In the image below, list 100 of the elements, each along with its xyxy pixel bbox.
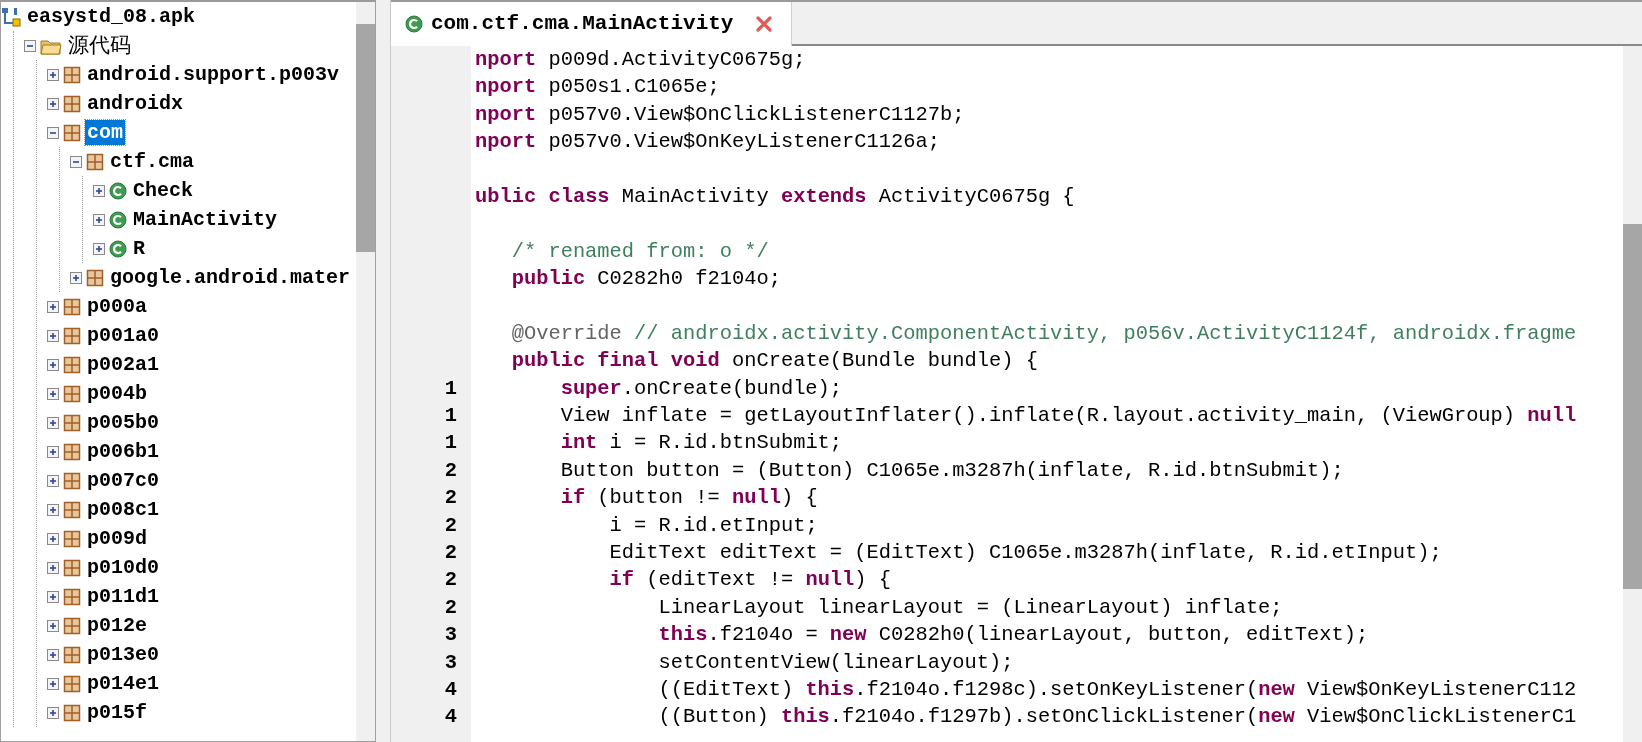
expand-icon[interactable] bbox=[47, 561, 59, 574]
tree-item[interactable]: p014e1 bbox=[85, 671, 161, 696]
package-icon bbox=[63, 471, 81, 490]
scrollbar[interactable] bbox=[356, 2, 375, 741]
code-line: ((Button) this.f2104o.f1297b).setOnClickListener(new View$OnClickListenerC1 bbox=[658, 705, 1577, 729]
package-icon bbox=[86, 152, 104, 171]
tree-item[interactable]: p000a bbox=[85, 294, 149, 319]
code-line: public final void onCreate(Bundle bundle) { bbox=[511, 349, 1038, 373]
collapse-icon[interactable] bbox=[24, 39, 36, 52]
package-icon bbox=[63, 413, 81, 432]
code-line: super.onCreate(bundle); bbox=[560, 376, 843, 400]
expand-icon[interactable] bbox=[47, 416, 59, 429]
tree-item[interactable]: p008c1 bbox=[85, 497, 161, 522]
tree-item[interactable]: ctf.cma bbox=[108, 149, 196, 174]
scrollbar-thumb[interactable] bbox=[1623, 224, 1642, 589]
code-line: Button button = (Button) C1065e.m3287h(inflate, R.id.btnSubmit); bbox=[560, 458, 1344, 482]
expand-icon[interactable] bbox=[47, 677, 59, 690]
line-number: 1 bbox=[444, 404, 457, 428]
package-icon bbox=[63, 616, 81, 635]
expand-icon[interactable] bbox=[47, 300, 59, 313]
expand-icon[interactable] bbox=[47, 358, 59, 371]
package-icon bbox=[63, 355, 81, 374]
expand-icon[interactable] bbox=[93, 184, 105, 197]
expand-icon[interactable] bbox=[47, 474, 59, 487]
tree-item[interactable]: p015f bbox=[85, 700, 149, 725]
code-line: /* renamed from: o */ bbox=[511, 239, 769, 263]
tree-item[interactable]: easystd_08.apk bbox=[25, 4, 198, 29]
line-number: 1 bbox=[444, 431, 457, 455]
expand-icon[interactable] bbox=[93, 242, 105, 255]
code-line: public C0282h0 f2104o; bbox=[511, 267, 781, 291]
package-icon bbox=[63, 65, 81, 84]
line-number: 2 bbox=[444, 541, 457, 565]
expand-icon[interactable] bbox=[70, 271, 82, 284]
scrollbar-thumb[interactable] bbox=[356, 24, 375, 252]
collapse-icon[interactable] bbox=[70, 155, 82, 168]
package-icon bbox=[63, 558, 81, 577]
package-icon bbox=[63, 587, 81, 606]
tree-item[interactable]: p012e bbox=[85, 613, 149, 638]
expand-icon[interactable] bbox=[47, 68, 59, 81]
code-line: nport p057v0.View$OnKeyListenerC1126a; bbox=[475, 130, 940, 154]
package-icon bbox=[86, 268, 104, 287]
tree-item[interactable]: android.support.p003v bbox=[85, 62, 342, 87]
expand-icon[interactable] bbox=[47, 532, 59, 545]
tree-item[interactable]: p007c0 bbox=[85, 468, 161, 493]
package-icon bbox=[63, 529, 81, 548]
line-number: 1 bbox=[444, 376, 457, 400]
expand-icon[interactable] bbox=[47, 97, 59, 110]
tree-item[interactable]: p002a1 bbox=[85, 352, 161, 377]
tree-item[interactable]: R bbox=[131, 236, 147, 261]
tree-item[interactable]: p011d1 bbox=[85, 584, 161, 609]
close-icon[interactable] bbox=[755, 15, 774, 33]
package-icon bbox=[63, 384, 81, 403]
tree-item[interactable]: MainActivity bbox=[131, 207, 280, 232]
code-line: ((EditText) this.f2104o.f1298c).setOnKeyListener(new View$OnKeyListenerC112 bbox=[658, 678, 1577, 701]
collapse-icon[interactable] bbox=[47, 126, 59, 139]
tree-item[interactable]: Check bbox=[131, 178, 195, 203]
class-icon bbox=[109, 239, 127, 258]
expand-icon[interactable] bbox=[47, 387, 59, 400]
code-line: nport p057v0.View$OnClickListenerC1127b; bbox=[475, 102, 965, 126]
expand-icon[interactable] bbox=[47, 619, 59, 632]
code-line: ublic class MainActivity extends ActivityC0675g { bbox=[475, 184, 1075, 208]
code-line: @Override // androidx.activity.ComponentActivity, p056v.ActivityC1124f, androidx.fragme bbox=[511, 321, 1577, 345]
code-line: nport p009d.ActivityC0675g; bbox=[475, 48, 806, 71]
code-line: i = R.id.etInput; bbox=[609, 513, 818, 537]
line-number: 4 bbox=[444, 678, 457, 701]
code-line: setContentView(linearLayout); bbox=[658, 650, 1014, 674]
expand-icon[interactable] bbox=[93, 213, 105, 226]
package-icon bbox=[63, 94, 81, 113]
tree-item[interactable]: p009d bbox=[85, 526, 149, 551]
line-number: 4 bbox=[444, 705, 457, 729]
tree-item[interactable]: p004b bbox=[85, 381, 149, 406]
line-number: 3 bbox=[444, 623, 457, 647]
tree-item[interactable]: google.android.mater bbox=[108, 265, 353, 290]
expand-icon[interactable] bbox=[47, 590, 59, 603]
tree-item[interactable]: p006b1 bbox=[85, 439, 161, 464]
expand-icon[interactable] bbox=[47, 648, 59, 661]
tree-item[interactable]: p010d0 bbox=[85, 555, 161, 580]
code-line: nport p050s1.C1065e; bbox=[475, 75, 720, 99]
tree-item[interactable]: p005b0 bbox=[85, 410, 161, 435]
class-icon bbox=[109, 181, 127, 200]
expand-icon[interactable] bbox=[47, 445, 59, 458]
class-icon bbox=[109, 210, 127, 229]
package-icon bbox=[63, 674, 81, 693]
code-line: if (editText != null) { bbox=[609, 568, 892, 592]
package-icon bbox=[63, 703, 81, 722]
expand-icon[interactable] bbox=[47, 503, 59, 516]
tree-item[interactable]: p001a0 bbox=[85, 323, 161, 348]
tree-item[interactable]: 源代码 bbox=[66, 33, 133, 58]
line-number: 2 bbox=[444, 595, 457, 619]
tree-item[interactable]: androidx bbox=[85, 91, 185, 116]
package-icon bbox=[63, 645, 81, 664]
line-number: 2 bbox=[444, 568, 457, 592]
class-icon bbox=[405, 15, 423, 33]
expand-icon[interactable] bbox=[47, 329, 59, 342]
tree-item[interactable]: com bbox=[85, 120, 125, 145]
scrollbar[interactable] bbox=[1623, 46, 1642, 742]
expand-icon[interactable] bbox=[47, 706, 59, 719]
editor-tab[interactable]: com.ctf.cma.MainActivity bbox=[391, 2, 793, 46]
code-line: EditText editText = (EditText) C1065e.m3287h(inflate, R.id.etInput); bbox=[609, 541, 1442, 565]
tree-item[interactable]: p013e0 bbox=[85, 642, 161, 667]
